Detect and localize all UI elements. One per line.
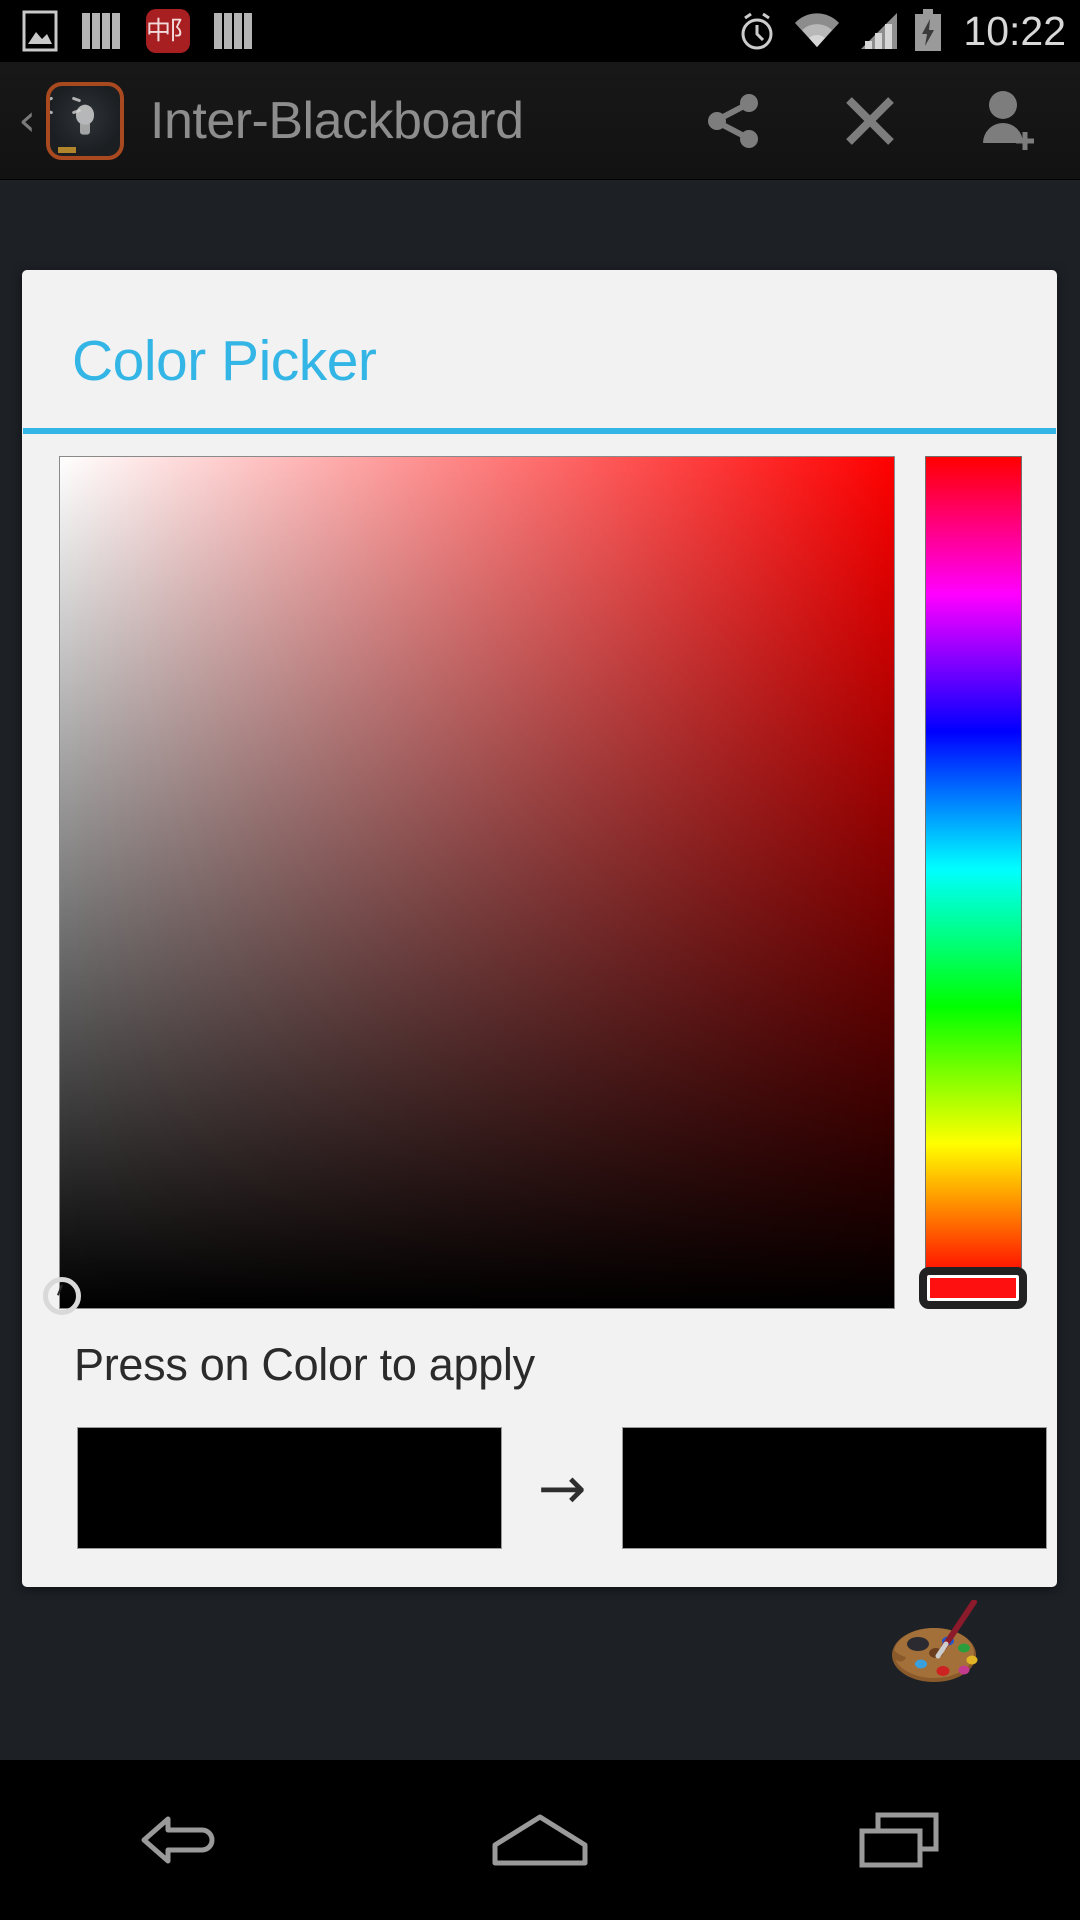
navigation-bar (0, 1760, 1080, 1920)
share-icon (708, 93, 758, 148)
picker-hint-text: Press on Color to apply (74, 1339, 535, 1390)
status-bar-system-icons: 10:22 (735, 9, 1066, 53)
nav-back-button[interactable] (80, 1760, 280, 1920)
cellular-signal-icon (861, 13, 898, 49)
status-bar-clock: 10:22 (963, 7, 1066, 54)
dialog-title: Color Picker (72, 329, 377, 393)
nav-back-icon (141, 1816, 215, 1864)
saturation-value-gradient[interactable] (59, 456, 896, 1309)
color-picker-dialog: Color Picker Press on Color to apply → (22, 270, 1057, 1587)
arrow-right-icon: → (537, 1454, 587, 1522)
back-chevron-icon[interactable]: ‹ (10, 98, 44, 143)
hue-slider-cursor[interactable] (919, 1266, 1028, 1309)
new-color-swatch[interactable] (622, 1427, 1047, 1549)
hue-slider[interactable] (919, 456, 1028, 1309)
nav-recents-icon (859, 1812, 939, 1868)
dialog-body: Press on Color to apply → (22, 434, 1057, 1587)
close-icon (846, 96, 894, 145)
action-bar-buttons (666, 62, 1080, 180)
nav-recents-button[interactable] (800, 1760, 1000, 1920)
saturation-value-square[interactable] (42, 456, 896, 1316)
page-title: Inter-Blackboard (150, 91, 524, 150)
inter-blackboard-app-icon[interactable] (46, 81, 124, 160)
current-color-swatch[interactable] (77, 1427, 502, 1549)
add-person-icon (983, 90, 1034, 150)
battery-charging-icon (915, 9, 942, 51)
book-stack-icon (82, 13, 120, 49)
picker-row (22, 456, 1057, 1316)
close-button[interactable] (802, 62, 938, 180)
status-bar: 中阝 10:22 (0, 0, 1080, 62)
action-bar: ‹ Inter-Blackboard (0, 62, 1080, 180)
hue-gradient-bar[interactable] (925, 456, 1023, 1282)
chinese-app-icon: 中阝 (146, 9, 190, 53)
share-button[interactable] (666, 62, 802, 180)
status-bar-notification-icons: 中阝 (22, 9, 735, 53)
add-person-button[interactable] (938, 62, 1074, 180)
alarm-clock-icon (741, 12, 773, 50)
paint-palette-icon[interactable] (888, 1600, 984, 1690)
book-stack-icon-2 (214, 13, 252, 49)
gallery-image-icon (22, 10, 58, 52)
wifi-icon (795, 13, 840, 47)
nav-home-button[interactable] (440, 1760, 640, 1920)
color-swatch-row: → (22, 1391, 1057, 1549)
nav-home-icon (492, 1814, 588, 1866)
